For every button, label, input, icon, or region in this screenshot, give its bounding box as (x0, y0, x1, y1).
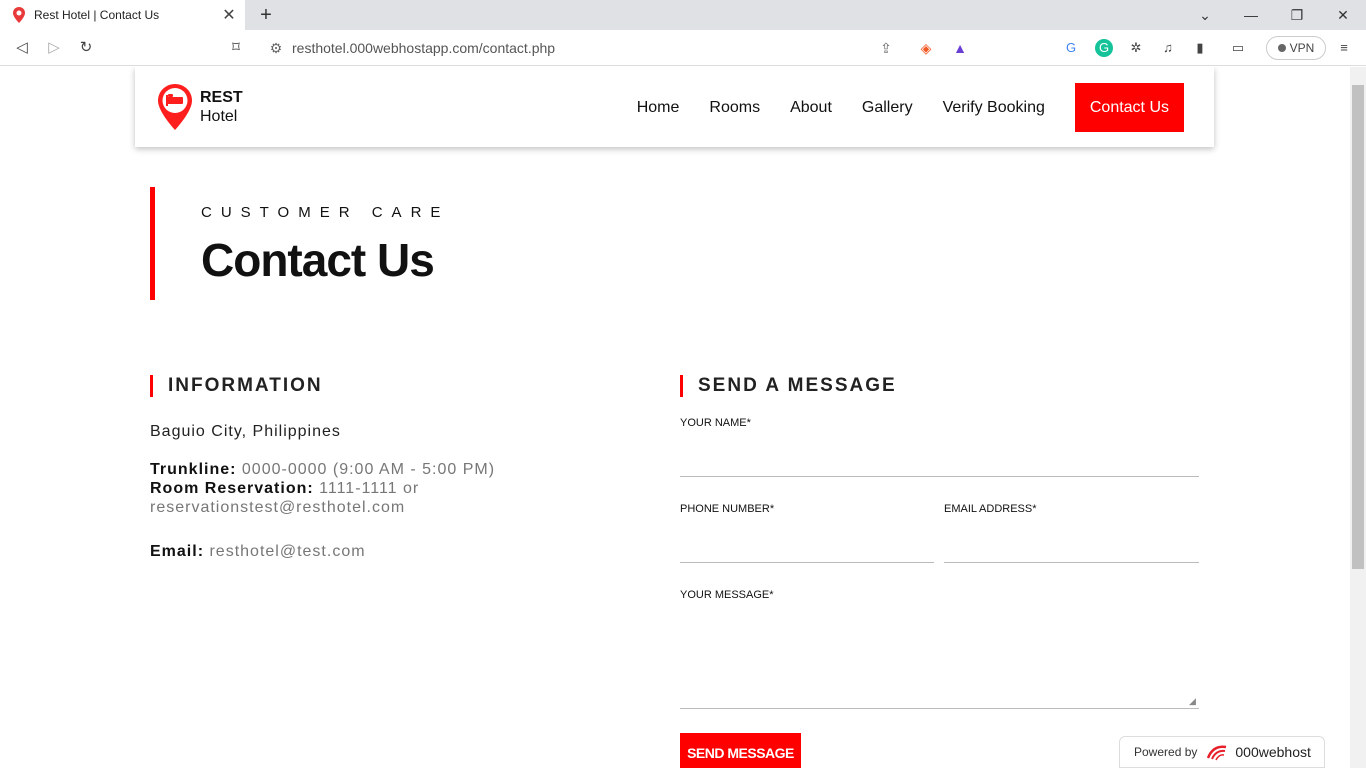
email-address-label: EMAIL ADDRESS* (944, 503, 1037, 515)
webhost-logo-icon (1207, 745, 1227, 761)
powered-by-text: Powered by (1134, 745, 1198, 759)
scrollbar-thumb[interactable] (1352, 85, 1364, 569)
trunkline-label: Trunkline: (150, 461, 237, 478)
forward-icon[interactable]: ▷ (43, 37, 65, 59)
tab-close-icon[interactable]: ✕ (217, 5, 241, 25)
name-label: YOUR NAME* (680, 417, 751, 429)
logo-line-2: Hotel (200, 108, 238, 125)
vpn-label: VPN (1289, 41, 1315, 55)
site-settings-icon[interactable]: ⚙ (266, 38, 286, 58)
phone-label: PHONE NUMBER* (680, 503, 775, 515)
hotel-logo-icon[interactable] (157, 83, 193, 131)
information-heading: INFORMATION (150, 375, 323, 397)
brave-rewards-icon[interactable]: ▲ (950, 38, 970, 58)
address-bar[interactable]: ⚙ resthotel.000webhostapp.com/contact.ph… (258, 34, 978, 62)
page-title-block: CUSTOMER CARE Contact Us (150, 187, 550, 300)
wallet-icon[interactable]: ▭ (1229, 39, 1247, 57)
share-icon[interactable]: ⇪ (876, 38, 896, 58)
page-scrollbar[interactable] (1350, 67, 1366, 768)
send-message-button[interactable]: SEND MESSAGE (680, 733, 801, 768)
reload-icon[interactable]: ↻ (75, 37, 97, 59)
nav-gallery[interactable]: Gallery (862, 99, 913, 117)
browser-toolbar: ◁ ▷ ↻ ⌑ ⚙ resthotel.000webhostapp.com/co… (0, 30, 1366, 66)
resize-grip-icon[interactable]: ◢ (1189, 697, 1197, 706)
vpn-button[interactable]: VPN (1266, 36, 1326, 60)
page-eyebrow: CUSTOMER CARE (201, 204, 450, 221)
brave-shield-icon[interactable]: ◈ (916, 38, 936, 58)
powered-by-badge[interactable]: Powered by 000webhost (1119, 736, 1325, 768)
translate-icon[interactable]: G (1062, 39, 1080, 57)
vpn-status-icon (1277, 44, 1286, 52)
trunkline-row: Trunkline: 0000-0000 (9:00 AM - 5:00 PM) (150, 461, 495, 479)
back-icon[interactable]: ◁ (11, 37, 33, 59)
email-row: Email: resthotel@test.com (150, 543, 366, 561)
name-input[interactable] (680, 476, 1199, 477)
url-text: resthotel.000webhostapp.com/contact.php (292, 40, 556, 56)
media-icon[interactable]: ♫ (1159, 39, 1177, 57)
message-textarea[interactable] (680, 708, 1199, 709)
main-nav: Home Rooms About Gallery Verify Booking … (607, 83, 1184, 132)
new-tab-button[interactable]: + (254, 3, 278, 27)
email-label: Email: (150, 543, 205, 560)
reservation-email[interactable]: reservationstest@resthotel.com (150, 499, 405, 517)
restore-icon[interactable]: ❐ (1274, 0, 1320, 30)
email-value[interactable]: resthotel@test.com (209, 543, 365, 560)
sidebar-icon[interactable]: ▮ (1191, 39, 1209, 57)
grammarly-icon[interactable]: G (1095, 39, 1113, 57)
reservation-value: 1111-1111 or (319, 480, 420, 497)
tab-list-icon[interactable]: ⌄ (1182, 0, 1228, 30)
page-title: Contact Us (201, 234, 435, 286)
phone-input[interactable] (680, 562, 934, 563)
minimize-icon[interactable]: — (1228, 0, 1274, 30)
extensions-icon[interactable]: ✲ (1127, 39, 1145, 57)
tab-title: Rest Hotel | Contact Us (34, 8, 160, 22)
reservation-label: Room Reservation: (150, 480, 314, 497)
site-header: REST Hotel Home Rooms About Gallery Veri… (135, 67, 1214, 147)
bookmark-icon[interactable]: ⌑ (225, 37, 247, 59)
email-input[interactable] (944, 562, 1199, 563)
nav-about[interactable]: About (790, 99, 832, 117)
location-text: Baguio City, Philippines (150, 423, 341, 440)
nav-contact-us[interactable]: Contact Us (1074, 83, 1184, 132)
site-logo-text[interactable]: REST Hotel (200, 88, 243, 126)
nav-home[interactable]: Home (637, 99, 680, 117)
send-message-heading: SEND A MESSAGE (680, 375, 897, 397)
browser-tab-bar: Rest Hotel | Contact Us ✕ + ⌄ — ❐ ✕ (0, 0, 1366, 30)
browser-tab[interactable]: Rest Hotel | Contact Us ✕ (0, 0, 245, 30)
nav-rooms[interactable]: Rooms (709, 99, 760, 117)
close-window-icon[interactable]: ✕ (1320, 0, 1366, 30)
location-pin-icon (13, 7, 25, 23)
message-label: YOUR MESSAGE* (680, 589, 774, 601)
logo-line-1: REST (200, 89, 243, 106)
window-controls: ⌄ — ❐ ✕ (1182, 0, 1366, 30)
page-viewport: REST Hotel Home Rooms About Gallery Veri… (0, 67, 1350, 768)
trunkline-value: 0000-0000 (9:00 AM - 5:00 PM) (241, 461, 496, 478)
nav-verify-booking[interactable]: Verify Booking (943, 99, 1045, 117)
menu-icon[interactable]: ≡ (1335, 39, 1353, 57)
webhost-brand: 000webhost (1235, 744, 1311, 760)
reservation-row: Room Reservation: 1111-1111 or (150, 480, 419, 498)
